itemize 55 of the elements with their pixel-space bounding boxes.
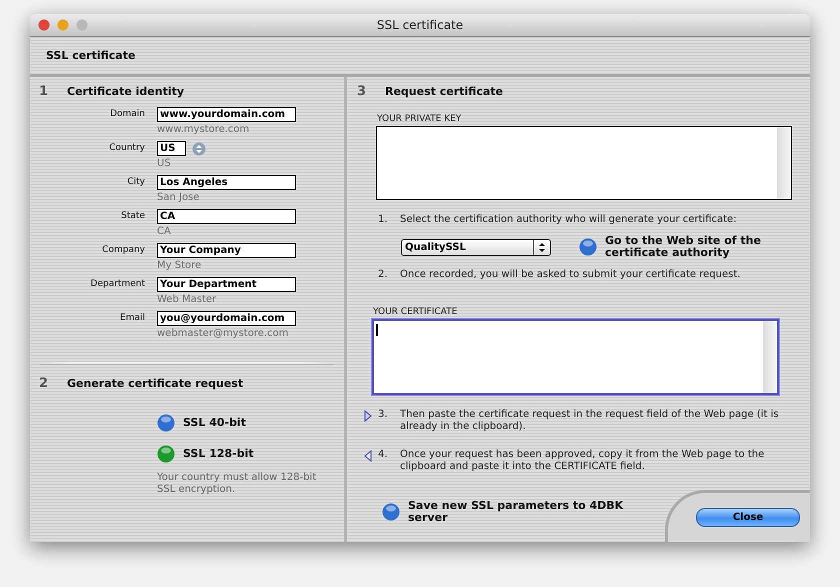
field-note: My Store xyxy=(157,260,202,272)
field-caption: YOUR PRIVATE KEY xyxy=(377,114,462,124)
step-number: 1. xyxy=(378,214,389,226)
text-area[interactable] xyxy=(372,319,779,395)
country-field[interactable]: US xyxy=(157,141,186,156)
button-label[interactable]: Go to the Web site of the certificate authority xyxy=(605,235,765,259)
field-note: webmaster@mystore.com xyxy=(157,328,290,340)
field-note: San Jose xyxy=(157,192,200,204)
close-button[interactable]: Close xyxy=(696,508,800,527)
field-note: www.mystore.com xyxy=(157,124,250,136)
step-number: 3. xyxy=(378,409,389,422)
zoom-icon xyxy=(76,19,88,31)
field-label: Company xyxy=(101,244,145,257)
text-area[interactable] xyxy=(376,126,792,200)
section-number: 1 xyxy=(39,84,50,98)
field-label: Domain xyxy=(109,108,145,121)
stepper-icon[interactable] xyxy=(192,142,206,156)
button-label[interactable]: Save new SSL parameters to 4DBK server xyxy=(408,500,628,524)
section-title: Certificate identity xyxy=(67,84,184,98)
dialog-heading: SSL certificate xyxy=(46,49,136,62)
field-note: US xyxy=(157,158,172,170)
field-label: Department xyxy=(90,278,145,291)
text-field[interactable]: you@yourdomain.com xyxy=(157,311,296,326)
orb-icon[interactable] xyxy=(157,445,175,463)
field-note: Web Master xyxy=(157,294,218,306)
close-icon[interactable] xyxy=(38,19,50,31)
step-text: Select the certification authority who will generate your certificate: xyxy=(400,214,738,226)
step-number: 4. xyxy=(378,449,389,462)
window-title: SSL certificate xyxy=(376,18,464,32)
encryption-note: Your country must allow 128-bit SSL encryption. xyxy=(157,472,318,496)
field-label: Country xyxy=(108,142,145,155)
step-text: Once your request has been approved, copy it from the Web page to the clipboard and paste it into the CERTIFICATE field. xyxy=(400,449,766,473)
text-field[interactable]: CA xyxy=(157,209,296,224)
step-text: Once recorded, you will be asked to submit your certificate request. xyxy=(400,269,742,281)
field-caption: YOUR CERTIFICATE xyxy=(373,307,458,317)
orb-icon[interactable] xyxy=(382,503,400,521)
step-number: 2. xyxy=(378,269,389,281)
text-field[interactable]: Your Company xyxy=(157,243,296,258)
text-field[interactable]: Your Department xyxy=(157,277,296,292)
button-label[interactable]: SSL 128-bit xyxy=(183,448,254,460)
button-label[interactable]: SSL 40-bit xyxy=(183,417,246,429)
field-note: CA xyxy=(157,226,172,238)
section-number: 3 xyxy=(357,84,368,98)
orb-icon[interactable] xyxy=(157,414,175,432)
text-field[interactable]: www.yourdomain.com xyxy=(157,107,296,122)
text-field[interactable]: Los Angeles xyxy=(157,175,296,190)
section-number: 2 xyxy=(39,376,50,390)
orb-icon[interactable] xyxy=(579,238,597,256)
step-text: Then paste the certificate request in the request field of the Web page (it is already in the clipboard). xyxy=(400,409,780,433)
section-title: Generate certificate request xyxy=(67,376,244,390)
field-label: State xyxy=(120,210,145,223)
field-label: Email xyxy=(119,312,145,325)
authority-dropdown[interactable]: QualitySSL xyxy=(401,238,551,256)
section-title: Request certificate xyxy=(385,84,503,98)
field-label: City xyxy=(126,176,145,189)
